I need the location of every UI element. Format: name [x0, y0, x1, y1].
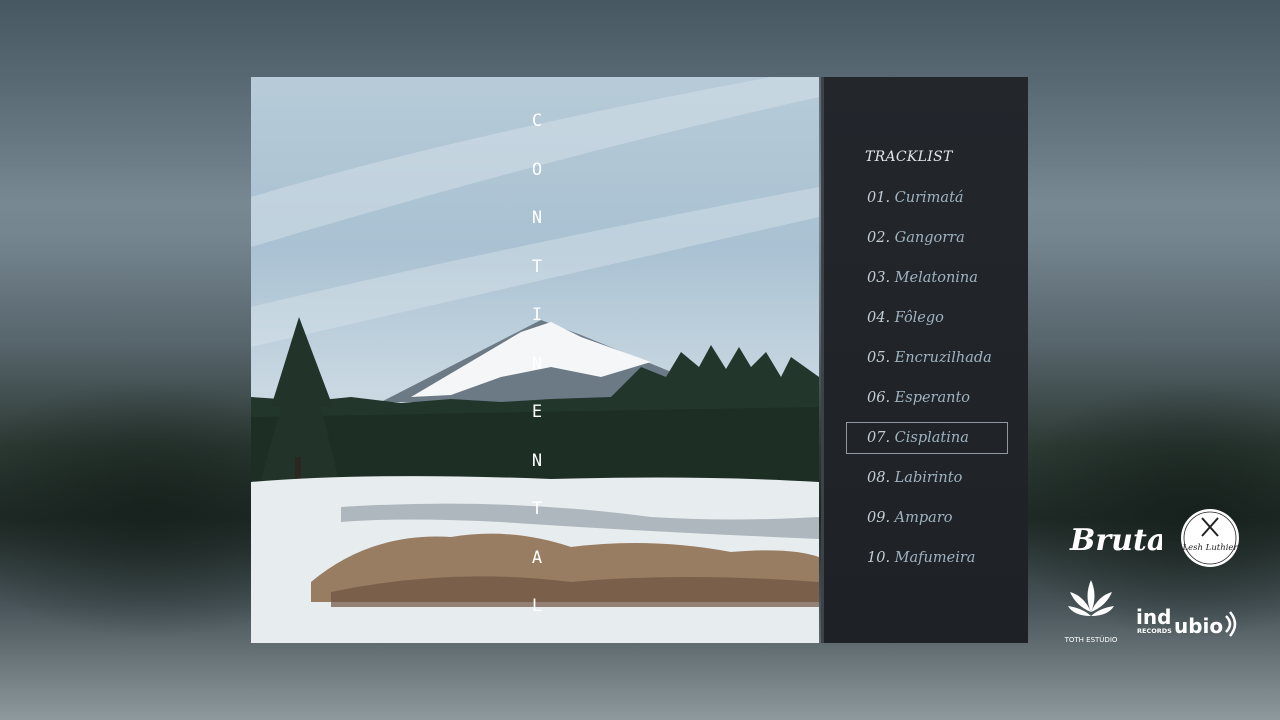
album-title-letter: T [531, 499, 543, 519]
track-name: Labirinto [894, 470, 963, 486]
indubio-logo-tail: ubio [1174, 614, 1223, 638]
track-name: Curimatá [894, 190, 964, 206]
album-title-letter: N [531, 450, 543, 471]
track-name: Amparo [894, 510, 953, 526]
album-title-letter: N [531, 208, 543, 228]
track-name: Mafumeira [894, 550, 976, 566]
album-title-letter: E [531, 402, 543, 422]
indubio-logo-sub: RECORDS [1137, 627, 1172, 635]
album-title-letter: O [531, 159, 543, 180]
indubio-records-logo: ind RECORDS ubio [1134, 600, 1242, 644]
track-number: 03. [867, 270, 891, 286]
album-title-letter: T [531, 256, 543, 277]
track-item[interactable]: 01. Curimatá [846, 182, 1008, 214]
track-item[interactable]: 03. Melatonina [846, 262, 1008, 294]
track-name: Esperanto [894, 390, 971, 406]
track-item[interactable]: 09. Amparo [846, 502, 1008, 534]
track-name: Melatonina [894, 270, 978, 286]
track-item[interactable]: 10. Mafumeira [846, 542, 1008, 574]
lesh-luthier-logo: Lesh Luthier [1180, 508, 1240, 568]
track-item[interactable]: 02. Gangorra [846, 222, 1008, 254]
track-number: 10. [867, 550, 891, 566]
album-title-vertical: C O N T I N E N T A L [527, 111, 547, 643]
track-item[interactable]: 05. Encruzilhada [846, 342, 1008, 374]
tracklist-heading: TRACKLIST [865, 149, 953, 165]
album-cover: C O N T I N E N T A L [251, 77, 819, 643]
track-name: Gangorra [894, 230, 965, 246]
album-title-letter: A [531, 547, 543, 568]
track-number: 09. [867, 510, 891, 526]
track-name: Fôlego [894, 310, 944, 326]
track-item[interactable]: 04. Fôlego [846, 302, 1008, 334]
album-title-letter: I [531, 305, 543, 325]
album-title-letter: N [531, 353, 543, 374]
tracklist-panel: TRACKLIST 01. Curimatá 02. Gangorra 03. Me… [821, 77, 1028, 643]
album-title-letter: C [531, 111, 543, 131]
track-number: 07. [867, 430, 891, 446]
toth-estudio-logo: TOTH ESTÚDIO [1064, 578, 1118, 646]
brutal-logo: Brutal [1068, 514, 1178, 562]
track-number: 05. [867, 350, 891, 366]
indubio-logo-main: ind [1136, 605, 1171, 629]
lesh-luthier-logo-text: Lesh Luthier [1181, 543, 1238, 553]
track-number: 06. [867, 390, 891, 406]
album-title-letter: L [531, 596, 543, 616]
track-item[interactable]: 08. Labirinto [846, 462, 1008, 494]
track-item[interactable]: 06. Esperanto [846, 382, 1008, 414]
track-item[interactable]: 07. Cisplatina [846, 422, 1008, 454]
track-name: Cisplatina [894, 430, 969, 446]
track-name: Encruzilhada [894, 350, 992, 366]
brutal-logo-text: Brutal [1069, 523, 1162, 558]
track-number: 08. [867, 470, 891, 486]
track-number: 01. [867, 190, 891, 206]
track-number: 04. [867, 310, 891, 326]
track-number: 02. [867, 230, 891, 246]
toth-logo-text: TOTH ESTÚDIO [1064, 635, 1118, 644]
